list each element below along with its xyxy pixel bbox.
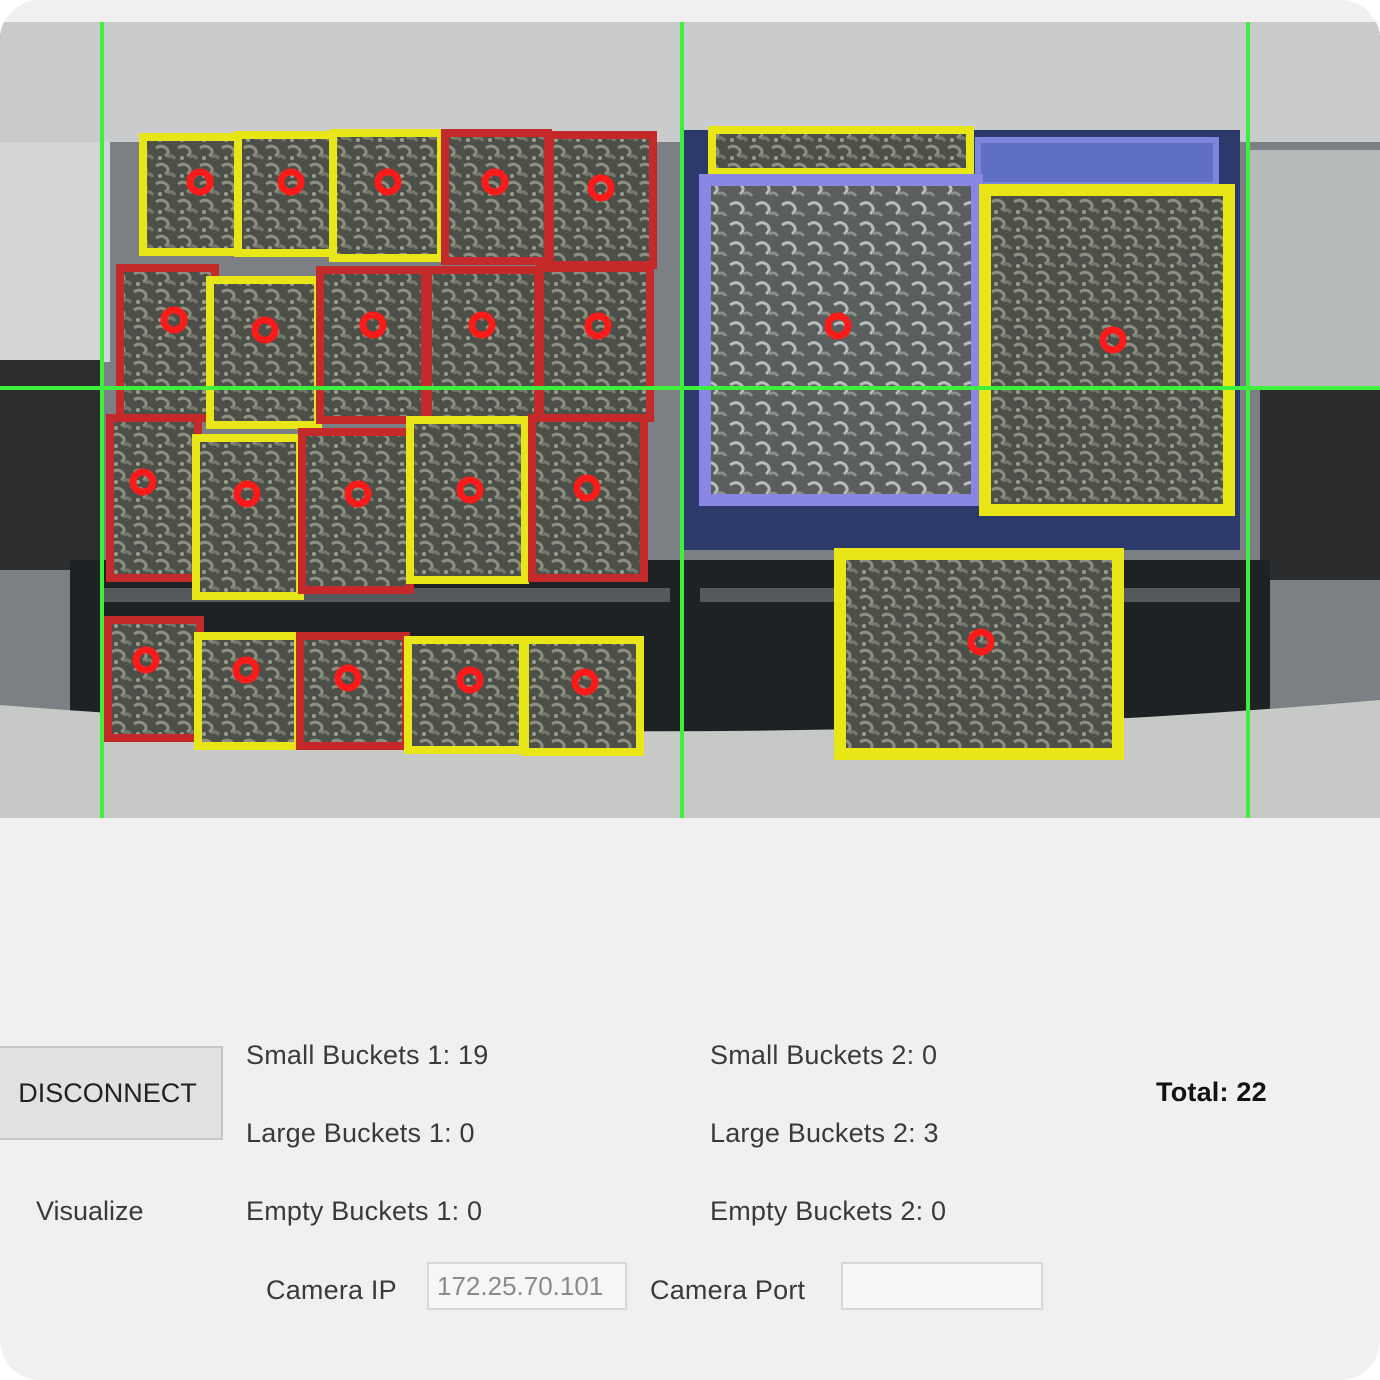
empty-buckets-1-value: 0 (466, 1196, 483, 1226)
camera-feed (0, 22, 1380, 818)
visualize-button[interactable]: Visualize (36, 1196, 144, 1227)
small-buckets-2-count: Small Buckets 2: 0 (710, 1040, 937, 1071)
empty-buckets-1-label: Empty Buckets 1: (246, 1196, 460, 1226)
bucket-small-yellow (329, 129, 445, 262)
bucket-large-blue (699, 174, 983, 506)
large-buckets-1-value: 0 (459, 1118, 475, 1148)
empty-buckets-2-count: Empty Buckets 2: 0 (710, 1196, 946, 1227)
bucket-small-red (298, 428, 414, 594)
empty-buckets-1-count: Empty Buckets 1: 0 (246, 1196, 482, 1227)
disconnect-button[interactable]: DISCONNECT (0, 1046, 223, 1140)
total-label: Total: (1156, 1077, 1229, 1107)
empty-buckets-2-label: Empty Buckets 2: (710, 1196, 924, 1226)
large-buckets-1-label: Large Buckets 1: (246, 1118, 452, 1148)
bucket-partial-blue (975, 137, 1219, 188)
bucket-small-yellow (194, 632, 302, 750)
bucket-small-yellow (192, 434, 304, 600)
camera-port-label: Camera Port (650, 1275, 806, 1305)
large-buckets-2-label: Large Buckets 2: (710, 1118, 916, 1148)
small-buckets-2-label: Small Buckets 2: (710, 1040, 915, 1070)
small-buckets-2-value: 0 (921, 1040, 938, 1070)
bucket-small-red (116, 264, 219, 422)
small-buckets-1-label: Small Buckets 1: (246, 1040, 451, 1070)
bucket-small-red (316, 266, 429, 424)
bucket-partial-yellow (708, 126, 974, 176)
camera-ip-label: Camera IP (266, 1275, 397, 1305)
bucket-small-red (536, 264, 654, 422)
bucket-group-side-1 (104, 129, 657, 756)
camera-port-input[interactable] (841, 1262, 1043, 1310)
bucket-small-red (424, 266, 542, 424)
large-buckets-2-count: Large Buckets 2: 3 (710, 1118, 939, 1149)
bucket-small-yellow (206, 276, 322, 429)
camera-ip-input[interactable] (427, 1262, 627, 1310)
bucket-small-yellow (139, 133, 247, 256)
bucket-small-red (441, 129, 552, 265)
camera-frame (0, 22, 1380, 818)
large-buckets-1-count: Large Buckets 1: 0 (246, 1118, 475, 1149)
bucket-small-yellow (404, 636, 527, 754)
bucket-small-yellow (521, 636, 644, 756)
empty-buckets-2-value: 0 (930, 1196, 947, 1226)
small-buckets-1-value: 19 (457, 1040, 489, 1070)
bucket-small-red (106, 414, 202, 582)
bucket-small-red (104, 616, 204, 742)
total-count: Total: 22 (1156, 1077, 1267, 1108)
small-buckets-1-count: Small Buckets 1: 19 (246, 1040, 488, 1071)
large-buckets-2-value: 3 (923, 1118, 939, 1148)
total-value: 22 (1236, 1077, 1267, 1107)
bucket-small-red (296, 632, 410, 750)
app-window: DISCONNECT Visualize Small Buckets 1: 19… (0, 0, 1380, 1380)
